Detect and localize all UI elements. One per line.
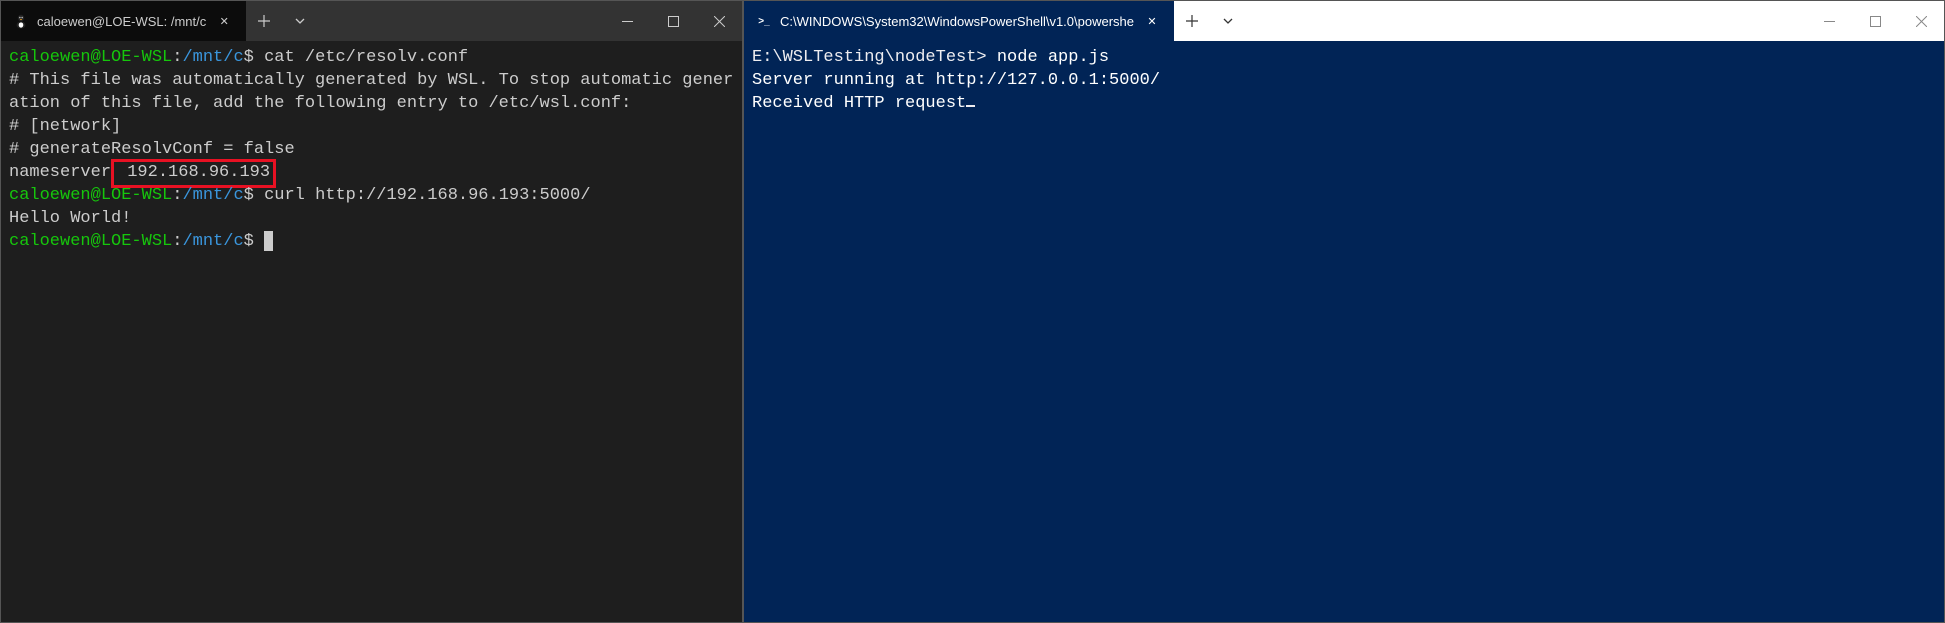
new-tab-button[interactable] <box>1174 1 1210 41</box>
output-comment: # This file was automatically generated … <box>9 71 733 159</box>
command-text: cat /etc/resolv.conf <box>264 48 468 67</box>
cursor <box>966 105 975 107</box>
output-line: Server running at http://127.0.0.1:5000/ <box>752 71 1160 90</box>
close-icon[interactable]: ✕ <box>214 11 234 31</box>
prompt-dollar: $ <box>244 232 264 251</box>
titlebar: >_ C:\WINDOWS\System32\WindowsPowerShell… <box>744 1 1944 41</box>
minimize-button[interactable] <box>1806 1 1852 41</box>
window-controls <box>1806 1 1944 41</box>
tab-title: caloewen@LOE-WSL: /mnt/c <box>37 14 206 29</box>
close-icon[interactable]: ✕ <box>1142 11 1162 31</box>
powershell-icon: >_ <box>756 13 772 29</box>
command-text: curl http://192.168.96.193:5000/ <box>264 186 590 205</box>
prompt-colon: : <box>172 186 182 205</box>
prompt-user: caloewen@LOE-WSL <box>9 186 172 205</box>
prompt-colon: : <box>172 232 182 251</box>
prompt-path: /mnt/c <box>182 186 243 205</box>
prompt-colon: : <box>172 48 182 67</box>
terminal-body-wsl[interactable]: caloewen@LOE-WSL:/mnt/c$ cat /etc/resolv… <box>1 41 742 622</box>
command-text: node app.js <box>997 48 1109 67</box>
terminal-body-powershell[interactable]: E:\WSLTesting\nodeTest> node app.js Serv… <box>744 41 1944 622</box>
close-button[interactable] <box>1898 1 1944 41</box>
maximize-button[interactable] <box>650 1 696 41</box>
tab-title: C:\WINDOWS\System32\WindowsPowerShell\v1… <box>780 14 1134 29</box>
tab-area: >_ C:\WINDOWS\System32\WindowsPowerShell… <box>744 1 1246 41</box>
new-tab-button[interactable] <box>246 1 282 41</box>
cursor <box>264 231 273 251</box>
wsl-terminal-window: caloewen@LOE-WSL: /mnt/c ✕ caloewen@LOE-… <box>0 0 743 623</box>
prompt-dollar: $ <box>244 186 264 205</box>
close-button[interactable] <box>696 1 742 41</box>
tab-area: caloewen@LOE-WSL: /mnt/c ✕ <box>1 1 318 41</box>
output-line: Received HTTP request <box>752 94 966 113</box>
tab-dropdown-button[interactable] <box>1210 1 1246 41</box>
prompt-dollar: $ <box>244 48 264 67</box>
tab-dropdown-button[interactable] <box>282 1 318 41</box>
minimize-button[interactable] <box>604 1 650 41</box>
prompt-user: caloewen@LOE-WSL <box>9 48 172 67</box>
tab-wsl[interactable]: caloewen@LOE-WSL: /mnt/c ✕ <box>1 1 246 41</box>
tux-icon <box>13 13 29 29</box>
output-hello: Hello World! <box>9 209 131 228</box>
window-controls <box>604 1 742 41</box>
nameserver-ip-highlight: 192.168.96.193 <box>111 159 276 188</box>
maximize-button[interactable] <box>1852 1 1898 41</box>
powershell-terminal-window: >_ C:\WINDOWS\System32\WindowsPowerShell… <box>743 0 1945 623</box>
prompt-path: /mnt/c <box>182 232 243 251</box>
prompt-path: /mnt/c <box>182 48 243 67</box>
ps-prompt-path: E:\WSLTesting\nodeTest> <box>752 48 997 67</box>
titlebar: caloewen@LOE-WSL: /mnt/c ✕ <box>1 1 742 41</box>
tab-powershell[interactable]: >_ C:\WINDOWS\System32\WindowsPowerShell… <box>744 1 1174 41</box>
nameserver-label: nameserver <box>9 163 111 182</box>
prompt-user: caloewen@LOE-WSL <box>9 232 172 251</box>
